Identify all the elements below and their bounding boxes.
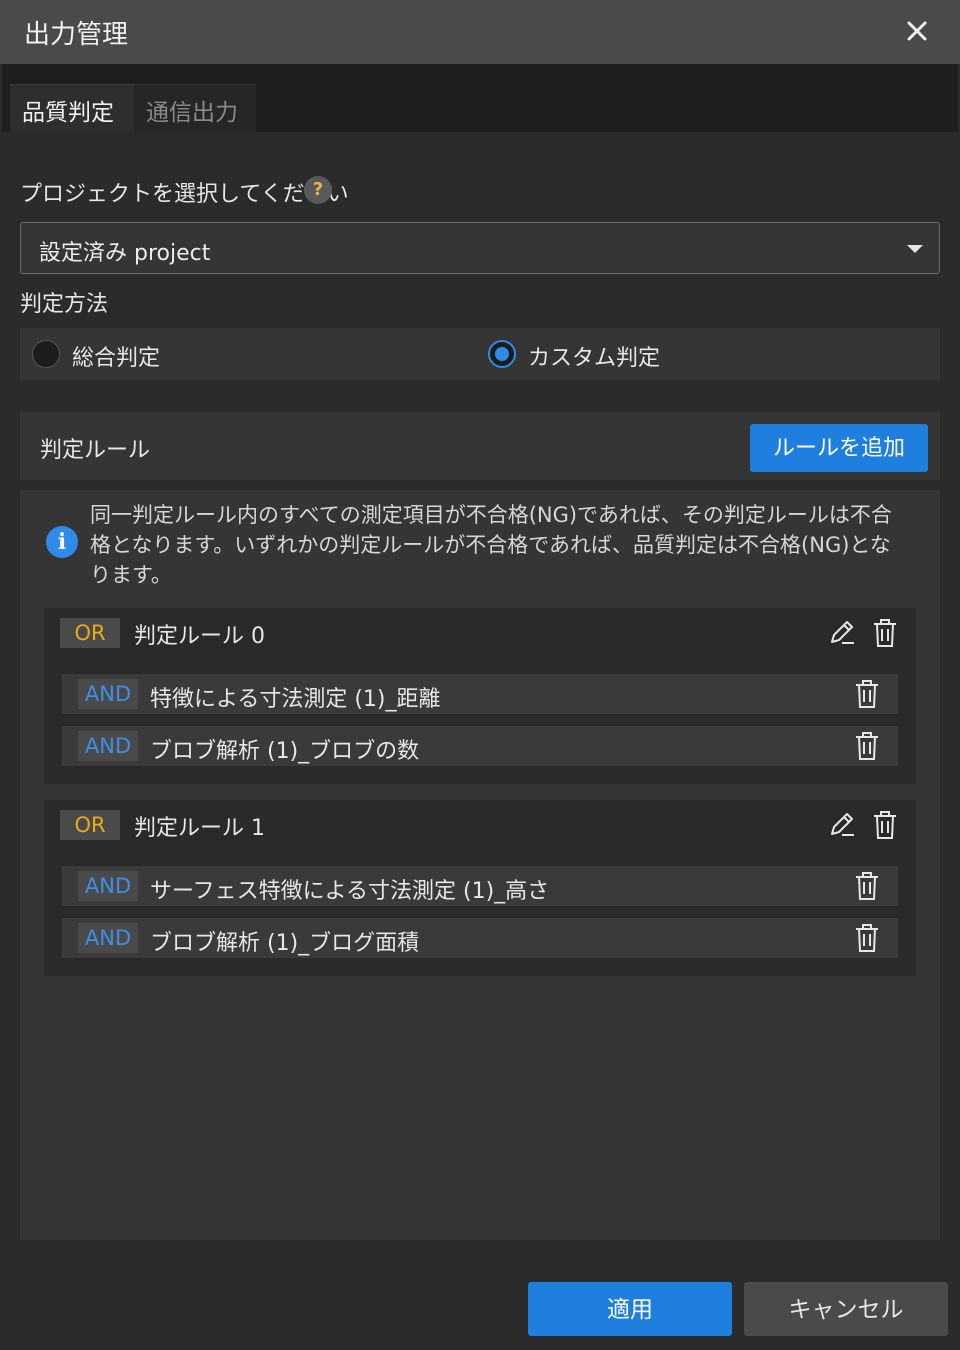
trash-icon[interactable]: [872, 618, 898, 648]
trash-icon[interactable]: [872, 810, 898, 840]
chevron-down-icon: [907, 245, 923, 253]
condition-label: ブロブ解析 (1)_ブログ面積: [150, 931, 420, 956]
help-icon[interactable]: ?: [304, 176, 332, 204]
radio-custom-label[interactable]: カスタム判定: [528, 340, 660, 372]
condition-row: AND ブロブ解析 (1)_ブログ面積: [62, 918, 898, 958]
trash-icon[interactable]: [854, 923, 880, 953]
condition-label: 特徴による寸法測定 (1)_距離: [150, 687, 441, 712]
info-icon: i: [46, 526, 78, 558]
rules-header-label: 判定ルール: [40, 438, 151, 463]
project-select[interactable]: 設定済み project: [20, 222, 940, 274]
tab-bar: 品質判定 通信出力: [2, 64, 958, 132]
condition-row: AND ブロブ解析 (1)_ブロブの数: [62, 726, 898, 766]
project-label: プロジェクトを選択してください: [20, 182, 349, 207]
rule-header: OR 判定ルール 0: [44, 608, 916, 664]
info-text: 同一判定ルール内のすべての測定項目が不合格(NG)であれば、その判定ルールは不合…: [90, 503, 892, 587]
dialog-body: 品質判定 通信出力 プロジェクトを選択してください ? 設定済み project…: [2, 64, 958, 1348]
edit-icon[interactable]: [828, 810, 856, 838]
close-icon[interactable]: [902, 16, 932, 46]
condition-label: サーフェス特徴による寸法測定 (1)_高さ: [150, 879, 550, 904]
rule-name: 判定ルール 1: [134, 816, 265, 841]
condition-label: ブロブ解析 (1)_ブロブの数: [150, 739, 420, 764]
method-label: 判定方法: [20, 292, 109, 317]
radio-overall-label[interactable]: 総合判定: [72, 340, 160, 372]
apply-button[interactable]: 適用: [528, 1282, 732, 1336]
title-bar: 出力管理: [0, 0, 960, 64]
rules-body: i 同一判定ルール内のすべての測定項目が不合格(NG)であれば、その判定ルールは…: [20, 490, 940, 1240]
and-badge: AND: [78, 923, 138, 953]
radio-custom[interactable]: [488, 340, 516, 368]
tab-communication-output[interactable]: 通信出力: [134, 84, 256, 132]
or-badge: OR: [60, 810, 120, 840]
and-badge: AND: [78, 679, 138, 709]
trash-icon[interactable]: [854, 679, 880, 709]
rule-card-0: OR 判定ルール 0 AND 特徴による寸法測定 (1)_距離 AND ブロブ解…: [44, 608, 916, 784]
dialog-footer: 適用 キャンセル: [2, 1260, 958, 1348]
or-badge: OR: [60, 618, 120, 648]
rule-header: OR 判定ルール 1: [44, 800, 916, 856]
condition-row: AND サーフェス特徴による寸法測定 (1)_高さ: [62, 866, 898, 906]
window-title: 出力管理: [24, 20, 129, 50]
trash-icon[interactable]: [854, 731, 880, 761]
trash-icon[interactable]: [854, 871, 880, 901]
project-select-value: 設定済み project: [39, 241, 211, 266]
and-badge: AND: [78, 871, 138, 901]
radio-overall[interactable]: [32, 340, 60, 368]
tab-quality-judgement[interactable]: 品質判定: [10, 84, 134, 132]
rule-name: 判定ルール 0: [134, 624, 265, 649]
condition-row: AND 特徴による寸法測定 (1)_距離: [62, 674, 898, 714]
rules-header: 判定ルール ルールを追加: [20, 412, 940, 480]
cancel-button[interactable]: キャンセル: [744, 1282, 948, 1336]
method-radio-group: 総合判定 カスタム判定: [20, 328, 940, 380]
and-badge: AND: [78, 731, 138, 761]
add-rule-button[interactable]: ルールを追加: [750, 424, 928, 472]
rule-card-1: OR 判定ルール 1 AND サーフェス特徴による寸法測定 (1)_高さ AND…: [44, 800, 916, 976]
edit-icon[interactable]: [828, 618, 856, 646]
